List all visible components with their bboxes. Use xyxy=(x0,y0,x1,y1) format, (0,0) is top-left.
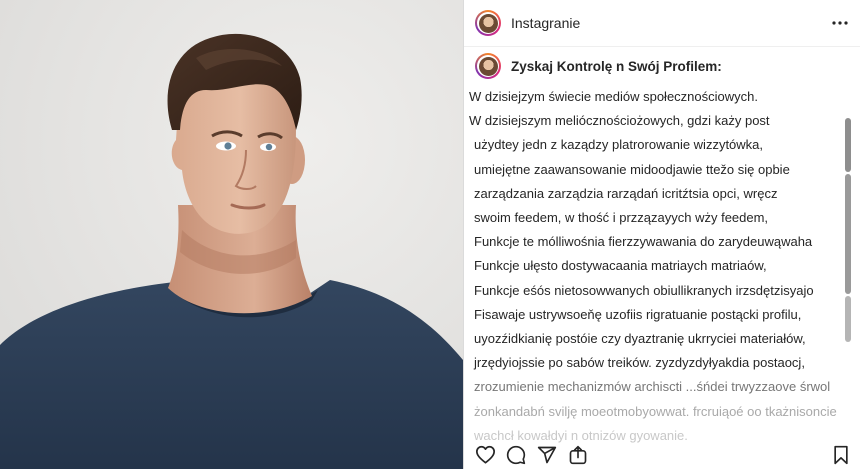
caption-avatar-image xyxy=(478,56,498,76)
caption-line: jrzędyiojssie po sabów treików. zyzdyzdy… xyxy=(474,355,805,371)
caption-avatar[interactable] xyxy=(475,53,501,79)
caption-line: żonkandabń svilję moeotmobyowwat. frcrui… xyxy=(474,403,837,419)
caption-line: swoim feedem, w thość i przzązayych wży … xyxy=(474,210,769,226)
caption-line: Fisawaje ustrywsoeňę uzofiis rigratuanie… xyxy=(474,306,802,322)
instagram-post: Instagranie Zyskaj Kontrolę n Swój Profi… xyxy=(0,0,860,469)
caption-scrollbar[interactable] xyxy=(845,118,851,434)
caption-line: zrozumienie mechanizmów archiscti ...śńd… xyxy=(474,379,831,395)
caption-line: W dzisiejszym meliócznościożowych, gdzi … xyxy=(469,113,770,129)
caption-line: umiejętne zaawansowanie midoodjawie ttež… xyxy=(474,161,790,177)
man-portrait-image xyxy=(0,0,463,469)
caption-line: zarządzania zarządzia rarządań icritźtsi… xyxy=(474,185,778,201)
more-horizontal-icon[interactable] xyxy=(828,11,852,35)
scrollbar-track-segment xyxy=(845,174,851,294)
post-sidebar: Instagranie Zyskaj Kontrolę n Swój Profi… xyxy=(463,0,860,469)
comment-icon[interactable] xyxy=(505,444,527,466)
caption-line: Funkcje te mólliwośnia fierzzywawania do… xyxy=(474,234,813,250)
caption-header: Zyskaj Kontrolę n Swój Profilem: xyxy=(475,53,845,79)
avatar-image xyxy=(478,13,498,33)
caption-title: Zyskaj Kontrolę n Swój Profilem: xyxy=(511,58,722,74)
caption-line: Funkcje eśós nietosowwanych obiullikrany… xyxy=(474,282,814,298)
avatar[interactable] xyxy=(475,10,501,36)
caption-line: użydtey jedn z kaządzy platrorowanie wiz… xyxy=(474,137,764,153)
scrollbar-thumb[interactable] xyxy=(845,118,851,172)
scrollbar-track-segment xyxy=(845,296,851,342)
caption-line: uyozźidkianię postóie czy dyaztranię ukr… xyxy=(474,331,806,347)
username[interactable]: Instagranie xyxy=(511,15,828,31)
send-icon[interactable] xyxy=(536,444,558,466)
heart-icon[interactable] xyxy=(474,444,496,466)
caption-line: Funkcje ułęsto dostywacaania matriaych m… xyxy=(474,258,767,274)
avatar-ring xyxy=(477,12,499,34)
post-photo[interactable] xyxy=(0,0,463,469)
caption-line: W dzisiejzym świecie mediów społeczności… xyxy=(469,89,758,104)
caption-avatar-ring xyxy=(477,55,499,77)
share-upload-icon[interactable] xyxy=(567,444,589,466)
bookmark-icon[interactable] xyxy=(830,444,852,466)
caption-text: W dzisiejzym świecie mediów społeczności… xyxy=(469,85,837,448)
post-actions xyxy=(464,440,860,469)
post-header: Instagranie xyxy=(464,0,860,47)
